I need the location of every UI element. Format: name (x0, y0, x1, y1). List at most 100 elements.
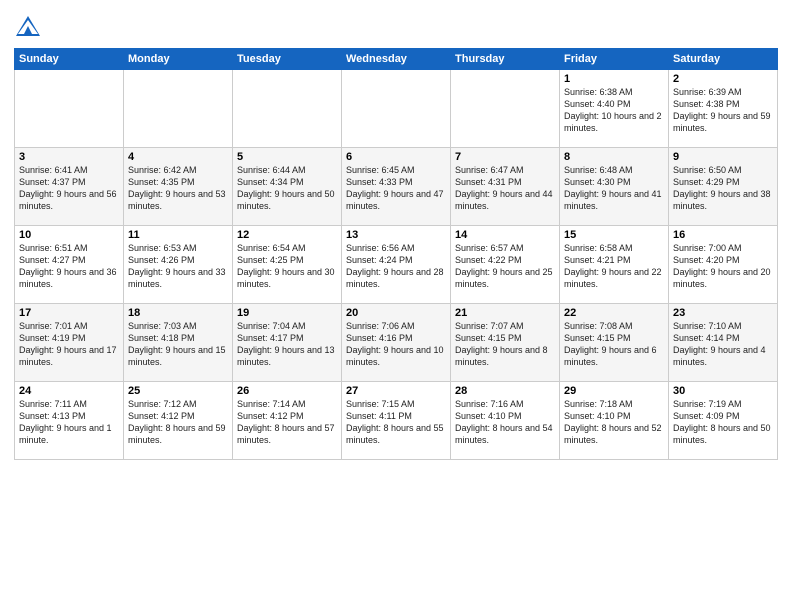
calendar-cell (15, 70, 124, 148)
header-cell-friday: Friday (560, 49, 669, 70)
logo-icon (14, 14, 42, 42)
day-info: Sunrise: 7:03 AM Sunset: 4:18 PM Dayligh… (128, 320, 228, 369)
calendar-cell (451, 70, 560, 148)
header-cell-thursday: Thursday (451, 49, 560, 70)
calendar-cell: 18Sunrise: 7:03 AM Sunset: 4:18 PM Dayli… (124, 304, 233, 382)
calendar-cell: 17Sunrise: 7:01 AM Sunset: 4:19 PM Dayli… (15, 304, 124, 382)
calendar-cell: 30Sunrise: 7:19 AM Sunset: 4:09 PM Dayli… (669, 382, 778, 460)
calendar-cell: 11Sunrise: 6:53 AM Sunset: 4:26 PM Dayli… (124, 226, 233, 304)
calendar-cell (233, 70, 342, 148)
day-info: Sunrise: 6:44 AM Sunset: 4:34 PM Dayligh… (237, 164, 337, 213)
header-cell-saturday: Saturday (669, 49, 778, 70)
day-info: Sunrise: 7:18 AM Sunset: 4:10 PM Dayligh… (564, 398, 664, 447)
header (14, 10, 778, 42)
calendar-body: 1Sunrise: 6:38 AM Sunset: 4:40 PM Daylig… (15, 70, 778, 460)
calendar-cell: 21Sunrise: 7:07 AM Sunset: 4:15 PM Dayli… (451, 304, 560, 382)
day-info: Sunrise: 7:06 AM Sunset: 4:16 PM Dayligh… (346, 320, 446, 369)
day-info: Sunrise: 6:56 AM Sunset: 4:24 PM Dayligh… (346, 242, 446, 291)
day-info: Sunrise: 7:14 AM Sunset: 4:12 PM Dayligh… (237, 398, 337, 447)
day-number: 24 (19, 385, 119, 397)
day-number: 2 (673, 73, 773, 85)
day-number: 17 (19, 307, 119, 319)
day-number: 12 (237, 229, 337, 241)
calendar-cell: 16Sunrise: 7:00 AM Sunset: 4:20 PM Dayli… (669, 226, 778, 304)
calendar-cell: 28Sunrise: 7:16 AM Sunset: 4:10 PM Dayli… (451, 382, 560, 460)
calendar-cell: 26Sunrise: 7:14 AM Sunset: 4:12 PM Dayli… (233, 382, 342, 460)
day-number: 26 (237, 385, 337, 397)
header-cell-sunday: Sunday (15, 49, 124, 70)
day-number: 13 (346, 229, 446, 241)
day-number: 8 (564, 151, 664, 163)
calendar-table: SundayMondayTuesdayWednesdayThursdayFrid… (14, 48, 778, 460)
calendar-header: SundayMondayTuesdayWednesdayThursdayFrid… (15, 49, 778, 70)
day-number: 9 (673, 151, 773, 163)
calendar-cell: 25Sunrise: 7:12 AM Sunset: 4:12 PM Dayli… (124, 382, 233, 460)
calendar-cell: 23Sunrise: 7:10 AM Sunset: 4:14 PM Dayli… (669, 304, 778, 382)
day-number: 22 (564, 307, 664, 319)
day-number: 4 (128, 151, 228, 163)
calendar-cell: 7Sunrise: 6:47 AM Sunset: 4:31 PM Daylig… (451, 148, 560, 226)
day-info: Sunrise: 7:11 AM Sunset: 4:13 PM Dayligh… (19, 398, 119, 447)
calendar-cell: 27Sunrise: 7:15 AM Sunset: 4:11 PM Dayli… (342, 382, 451, 460)
calendar-cell: 13Sunrise: 6:56 AM Sunset: 4:24 PM Dayli… (342, 226, 451, 304)
day-number: 16 (673, 229, 773, 241)
day-number: 18 (128, 307, 228, 319)
day-number: 14 (455, 229, 555, 241)
calendar-cell: 20Sunrise: 7:06 AM Sunset: 4:16 PM Dayli… (342, 304, 451, 382)
day-info: Sunrise: 7:00 AM Sunset: 4:20 PM Dayligh… (673, 242, 773, 291)
day-info: Sunrise: 7:15 AM Sunset: 4:11 PM Dayligh… (346, 398, 446, 447)
day-info: Sunrise: 6:47 AM Sunset: 4:31 PM Dayligh… (455, 164, 555, 213)
page: SundayMondayTuesdayWednesdayThursdayFrid… (0, 0, 792, 612)
week-row-3: 17Sunrise: 7:01 AM Sunset: 4:19 PM Dayli… (15, 304, 778, 382)
header-cell-tuesday: Tuesday (233, 49, 342, 70)
calendar-cell: 1Sunrise: 6:38 AM Sunset: 4:40 PM Daylig… (560, 70, 669, 148)
day-info: Sunrise: 6:41 AM Sunset: 4:37 PM Dayligh… (19, 164, 119, 213)
calendar-cell: 5Sunrise: 6:44 AM Sunset: 4:34 PM Daylig… (233, 148, 342, 226)
day-info: Sunrise: 7:19 AM Sunset: 4:09 PM Dayligh… (673, 398, 773, 447)
calendar-cell: 8Sunrise: 6:48 AM Sunset: 4:30 PM Daylig… (560, 148, 669, 226)
day-number: 5 (237, 151, 337, 163)
week-row-2: 10Sunrise: 6:51 AM Sunset: 4:27 PM Dayli… (15, 226, 778, 304)
week-row-4: 24Sunrise: 7:11 AM Sunset: 4:13 PM Dayli… (15, 382, 778, 460)
header-cell-monday: Monday (124, 49, 233, 70)
day-number: 1 (564, 73, 664, 85)
day-info: Sunrise: 7:04 AM Sunset: 4:17 PM Dayligh… (237, 320, 337, 369)
calendar-cell: 2Sunrise: 6:39 AM Sunset: 4:38 PM Daylig… (669, 70, 778, 148)
calendar-cell: 22Sunrise: 7:08 AM Sunset: 4:15 PM Dayli… (560, 304, 669, 382)
day-number: 7 (455, 151, 555, 163)
calendar-cell: 9Sunrise: 6:50 AM Sunset: 4:29 PM Daylig… (669, 148, 778, 226)
day-info: Sunrise: 6:50 AM Sunset: 4:29 PM Dayligh… (673, 164, 773, 213)
calendar-cell: 19Sunrise: 7:04 AM Sunset: 4:17 PM Dayli… (233, 304, 342, 382)
day-number: 15 (564, 229, 664, 241)
day-number: 23 (673, 307, 773, 319)
day-number: 29 (564, 385, 664, 397)
day-info: Sunrise: 6:51 AM Sunset: 4:27 PM Dayligh… (19, 242, 119, 291)
calendar-cell: 14Sunrise: 6:57 AM Sunset: 4:22 PM Dayli… (451, 226, 560, 304)
day-info: Sunrise: 6:39 AM Sunset: 4:38 PM Dayligh… (673, 86, 773, 135)
calendar-cell: 29Sunrise: 7:18 AM Sunset: 4:10 PM Dayli… (560, 382, 669, 460)
day-info: Sunrise: 7:12 AM Sunset: 4:12 PM Dayligh… (128, 398, 228, 447)
day-info: Sunrise: 6:53 AM Sunset: 4:26 PM Dayligh… (128, 242, 228, 291)
day-info: Sunrise: 6:54 AM Sunset: 4:25 PM Dayligh… (237, 242, 337, 291)
day-number: 21 (455, 307, 555, 319)
day-info: Sunrise: 7:08 AM Sunset: 4:15 PM Dayligh… (564, 320, 664, 369)
day-number: 10 (19, 229, 119, 241)
week-row-0: 1Sunrise: 6:38 AM Sunset: 4:40 PM Daylig… (15, 70, 778, 148)
day-info: Sunrise: 6:38 AM Sunset: 4:40 PM Dayligh… (564, 86, 664, 135)
header-cell-wednesday: Wednesday (342, 49, 451, 70)
day-number: 27 (346, 385, 446, 397)
calendar-cell (124, 70, 233, 148)
day-number: 3 (19, 151, 119, 163)
calendar-cell: 4Sunrise: 6:42 AM Sunset: 4:35 PM Daylig… (124, 148, 233, 226)
day-number: 6 (346, 151, 446, 163)
calendar-cell: 6Sunrise: 6:45 AM Sunset: 4:33 PM Daylig… (342, 148, 451, 226)
day-number: 20 (346, 307, 446, 319)
day-info: Sunrise: 6:45 AM Sunset: 4:33 PM Dayligh… (346, 164, 446, 213)
day-number: 30 (673, 385, 773, 397)
calendar-cell: 10Sunrise: 6:51 AM Sunset: 4:27 PM Dayli… (15, 226, 124, 304)
calendar-cell: 15Sunrise: 6:58 AM Sunset: 4:21 PM Dayli… (560, 226, 669, 304)
header-row: SundayMondayTuesdayWednesdayThursdayFrid… (15, 49, 778, 70)
day-number: 25 (128, 385, 228, 397)
day-info: Sunrise: 6:57 AM Sunset: 4:22 PM Dayligh… (455, 242, 555, 291)
week-row-1: 3Sunrise: 6:41 AM Sunset: 4:37 PM Daylig… (15, 148, 778, 226)
